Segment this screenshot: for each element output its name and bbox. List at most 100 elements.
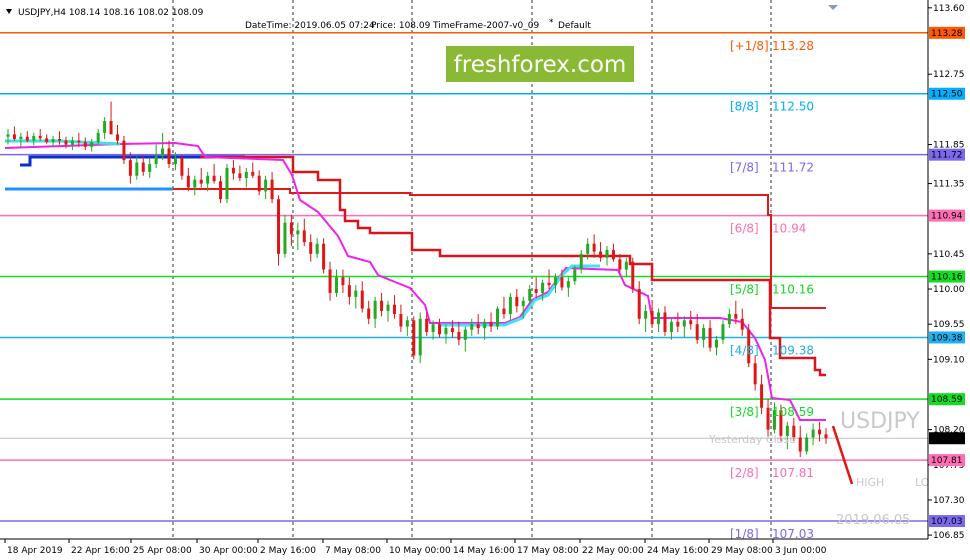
- candle-body-98: [637, 289, 641, 319]
- candle-body-54: [354, 290, 358, 297]
- candle-body-15: [103, 121, 107, 133]
- candle-body-55: [360, 290, 364, 309]
- candle-body-31: [206, 175, 210, 184]
- level-badges: 113.28 112.50 111.72 110.94 110.16 109.38 108.…: [929, 26, 965, 528]
- candle-body-61: [399, 314, 403, 327]
- candle-body-85: [553, 277, 557, 286]
- candle-body-10: [70, 140, 74, 145]
- candle-body-32: [212, 175, 216, 182]
- candle-body-103: [669, 321, 673, 332]
- price-tick-7: 109.10: [933, 355, 965, 365]
- candle-body-49: [322, 243, 326, 270]
- candle-body-74: [483, 321, 487, 329]
- level-label-5: [4/8]: [730, 343, 759, 357]
- candle-body-52: [341, 277, 345, 286]
- candle-body-8: [58, 139, 62, 141]
- time-tick-12: 3 Jun 00:00: [775, 546, 827, 556]
- candle-body-28: [186, 175, 190, 188]
- candle-body-20: [135, 162, 139, 176]
- candle-body-107: [695, 324, 699, 340]
- candle-body-93: [605, 249, 609, 258]
- price-label: Price: 108.09: [371, 21, 431, 31]
- datetime-label: DateTime: 2019.06.05 07:24: [245, 21, 375, 31]
- candle-body-99: [644, 310, 648, 319]
- candle-body-123: [798, 437, 802, 452]
- level-label-6: [3/8]: [730, 405, 759, 419]
- price-tick-5: 110.00: [933, 285, 965, 295]
- candle-body-4: [32, 135, 36, 141]
- candle-body-1: [12, 134, 16, 140]
- level-value-2: 111.72: [772, 161, 814, 175]
- level-value-1: 112.50: [772, 100, 814, 114]
- candle-body-2: [19, 136, 23, 140]
- candle-body-13: [90, 142, 94, 147]
- yesterday-close-label: Yesterday Close: [708, 433, 796, 446]
- candle-body-14: [96, 132, 100, 143]
- candle-body-102: [663, 312, 667, 332]
- candle-body-70: [457, 331, 461, 340]
- candle-body-118: [766, 407, 770, 430]
- candle-body-44: [289, 222, 293, 235]
- candle-body-59: [386, 304, 390, 311]
- time-tick-7: 14 May 16:00: [453, 546, 515, 556]
- candle-body-3: [25, 136, 29, 141]
- default-label: Default: [558, 21, 591, 31]
- time-tick-8: 17 May 08:00: [517, 546, 579, 556]
- level-label-0: [+1/8]: [730, 39, 769, 53]
- level-label-7: [2/8]: [730, 466, 759, 480]
- candle-body-82: [534, 289, 538, 293]
- candle-body-50: [328, 269, 332, 293]
- candle-body-11: [77, 140, 81, 143]
- level-badge-text-8: 107.03: [931, 517, 963, 527]
- candle-body-73: [476, 324, 480, 329]
- candle-body-94: [611, 249, 615, 260]
- candle-body-25: [167, 148, 171, 165]
- candle-body-77: [502, 308, 506, 315]
- candle-body-80: [521, 300, 525, 307]
- date-watermark: 2019.06.05: [836, 513, 910, 528]
- candle-body-48: [315, 243, 319, 254]
- candle-body-86: [560, 277, 564, 288]
- time-axis[interactable]: 18 Apr 2019 22 Apr 16:00 25 Apr 08:00 30 Ap…: [4, 539, 827, 556]
- candle-body-43: [283, 222, 287, 254]
- candle-body-60: [392, 304, 396, 315]
- price-chart[interactable]: USDJPY Yesterday Close HIGH LO 2019.06.0…: [0, 0, 970, 560]
- candle-body-33: [219, 181, 223, 200]
- candle-body-97: [631, 261, 635, 290]
- time-tick-2: 25 Apr 08:00: [133, 546, 192, 556]
- candle-body-23: [154, 156, 158, 165]
- level-badge-text-7: 107.81: [931, 456, 963, 466]
- price-tick-10: 107.30: [933, 496, 965, 506]
- candle-body-101: [657, 312, 661, 325]
- candle-body-109: [708, 328, 712, 348]
- candle-body-41: [270, 179, 274, 200]
- candle-body-26: [173, 157, 177, 165]
- level-badge-text-6: 108.59: [931, 395, 963, 405]
- candle-body-57: [373, 300, 377, 319]
- level-badge-text-4: 110.16: [931, 273, 963, 283]
- candle-body-42: [277, 199, 281, 254]
- level-value-6: 108.59: [772, 405, 814, 419]
- candle-body-72: [470, 324, 474, 330]
- time-tick-0: 18 Apr 2019: [7, 546, 63, 556]
- candle-body-125: [811, 429, 815, 438]
- candle-body-6: [45, 138, 49, 143]
- candle-body-71: [463, 329, 467, 340]
- candle-body-66: [431, 324, 435, 332]
- current-price-text: 108.09: [931, 434, 963, 444]
- candle-body-90: [586, 243, 590, 254]
- candle-body-124: [805, 437, 809, 452]
- candle-body-127: [824, 434, 828, 439]
- candle-body-35: [231, 167, 235, 174]
- candle-body-30: [199, 179, 203, 184]
- candle-body-7: [51, 139, 55, 143]
- candle-body-89: [579, 253, 583, 270]
- candle-body-88: [573, 269, 577, 282]
- price-tick-4: 110.45: [933, 250, 965, 260]
- time-tick-10: 24 May 16:00: [647, 546, 709, 556]
- timeframe-label: TimeFrame-2007-v0_09: [432, 21, 540, 31]
- candle-body-37: [244, 171, 248, 179]
- level-value-4: 110.16: [772, 283, 814, 297]
- symbol-watermark: USDJPY: [840, 409, 920, 434]
- candle-body-108: [702, 328, 706, 340]
